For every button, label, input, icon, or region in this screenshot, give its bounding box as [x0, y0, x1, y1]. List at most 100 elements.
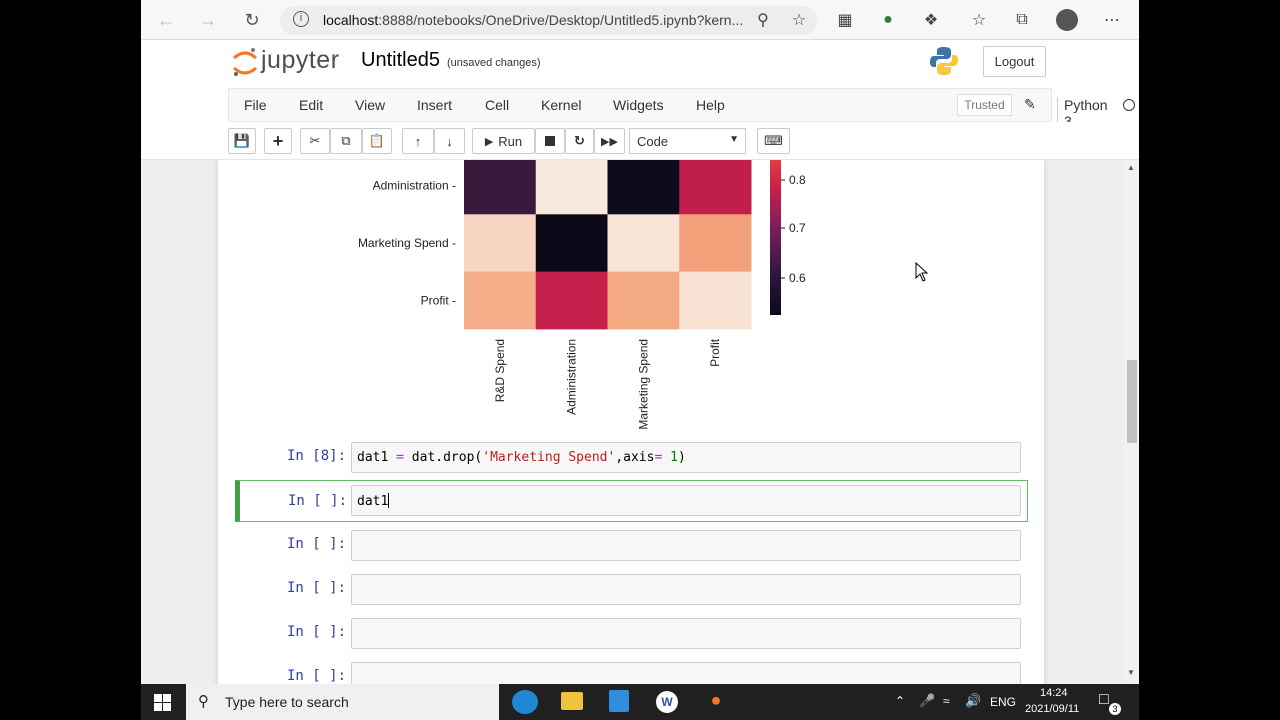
scroll-down-icon[interactable]: ▼ [1127, 668, 1135, 677]
heatmap-column-label: R&D Spend [493, 339, 507, 402]
browser-window: ← → ↻ i localhost:8888/notebooks/OneDriv… [141, 0, 1139, 684]
favorite-star-icon[interactable]: ☆ [788, 9, 810, 31]
code-input[interactable]: dat1 = dat.drop('Marketing Spend',axis= … [351, 442, 1021, 473]
code-input[interactable] [351, 662, 1021, 684]
microphone-icon[interactable]: 🎤 [919, 693, 935, 709]
clock-date[interactable]: 2021/09/11 [1025, 703, 1079, 715]
move-up-icon[interactable]: ↑ [402, 128, 434, 154]
profile-avatar[interactable] [1056, 9, 1078, 31]
edge-browser-icon[interactable] [512, 690, 538, 714]
show-hidden-icons-icon[interactable]: ⌃ [895, 694, 905, 708]
kernel-idle-indicator-icon [1123, 99, 1135, 111]
menu-help[interactable]: Help [696, 97, 725, 113]
heatmap-cell [607, 271, 680, 330]
text-cursor [388, 493, 390, 508]
back-arrow-icon[interactable]: ← [154, 8, 178, 32]
pencil-icon[interactable]: ✎ [1024, 96, 1036, 113]
scroll-up-icon[interactable]: ▲ [1127, 163, 1135, 172]
notebook-container: Administration - Marketing Spend - Profit … [218, 160, 1044, 684]
cut-icon[interactable]: ✂ [300, 128, 330, 154]
jupyter-logo-text: jupyter [261, 46, 340, 74]
windows-start-icon[interactable] [154, 694, 171, 711]
run-button[interactable]: ▶ Run [472, 128, 535, 154]
info-icon[interactable]: i [293, 11, 309, 27]
search-icon: ⚲ [198, 693, 209, 710]
word-icon[interactable]: W [656, 691, 678, 713]
notification-count-badge: 3 [1109, 703, 1121, 715]
notebook-name[interactable]: Untitled5 [361, 49, 440, 72]
menu-kernel[interactable]: Kernel [541, 97, 581, 113]
colorbar-tick-label: 0.6 [789, 271, 806, 285]
search-placeholder: Type here to search [225, 694, 349, 710]
forward-arrow-icon[interactable]: → [196, 8, 220, 32]
browser-toolbar: ← → ↻ i localhost:8888/notebooks/OneDriv… [141, 0, 1139, 40]
heatmap-cell [535, 271, 608, 330]
heatmap-cell [464, 214, 537, 273]
extension-icon[interactable]: ▦ [834, 9, 856, 31]
run-label: Run [498, 133, 523, 149]
menu-file[interactable]: File [244, 97, 267, 113]
notification-icon[interactable]: □ [1099, 691, 1109, 709]
more-menu-icon[interactable]: ⋯ [1101, 9, 1123, 31]
colorbar [770, 160, 781, 315]
code-cell-selected[interactable]: In [ ]: dat1 [235, 480, 1028, 522]
scrollbar[interactable]: ▲ ▼ [1124, 160, 1139, 684]
code-cell[interactable]: In [ ]: [235, 615, 1028, 651]
heatmap-cell [607, 160, 680, 215]
jupyter-taskbar-icon[interactable]: ⦁ [704, 690, 728, 714]
logout-button[interactable]: Logout [983, 46, 1046, 77]
heatmap-cell [464, 160, 537, 215]
code-cell[interactable]: In [8]: dat1 = dat.drop('Marketing Spend… [235, 439, 1028, 475]
cell-type-value: Code [637, 134, 669, 149]
address-bar[interactable]: i localhost:8888/notebooks/OneDrive/Desk… [280, 6, 817, 35]
menu-insert[interactable]: Insert [417, 97, 452, 113]
interrupt-icon[interactable] [535, 128, 565, 154]
paste-icon[interactable]: 📋 [362, 128, 392, 154]
jupyter-logo-icon[interactable] [231, 46, 259, 78]
puzzle-icon[interactable]: ❖ [920, 9, 942, 31]
code-text: dat1 = dat.drop('Marketing Spend',axis= … [357, 450, 686, 465]
cell-prompt: In [ ]: [288, 493, 348, 509]
file-explorer-icon[interactable] [561, 692, 583, 710]
copy-icon[interactable]: ⧉ [330, 128, 362, 154]
chevron-down-icon: ▼ [729, 134, 739, 145]
restart-run-all-icon[interactable]: ▶▶ [594, 128, 625, 154]
language-indicator[interactable]: ENG [990, 695, 1016, 709]
scroll-thumb[interactable] [1127, 360, 1137, 443]
colorbar-tick-label: 0.8 [789, 173, 806, 187]
keyboard-icon[interactable]: ⌨ [757, 128, 790, 154]
save-icon[interactable]: 💾 [228, 128, 256, 154]
collections-icon[interactable]: ⧉ [1011, 9, 1033, 31]
clock-time[interactable]: 14:24 [1040, 687, 1068, 699]
move-down-icon[interactable]: ↓ [434, 128, 465, 154]
restart-icon[interactable]: ↻ [565, 128, 594, 154]
cell-prompt: In [ ]: [287, 536, 347, 552]
menu-edit[interactable]: Edit [299, 97, 323, 113]
extension-globe-icon[interactable]: ● [877, 9, 899, 31]
wifi-icon[interactable]: ≈ [943, 694, 950, 708]
volume-icon[interactable]: 🔊 [965, 693, 981, 709]
menu-cell[interactable]: Cell [485, 97, 509, 113]
code-input[interactable] [351, 618, 1021, 649]
zoom-icon[interactable]: ⚲ [752, 9, 774, 31]
code-input[interactable] [351, 574, 1021, 605]
save-status: (unsaved changes) [447, 57, 541, 69]
trusted-badge[interactable]: Trusted [957, 94, 1012, 116]
code-input[interactable] [351, 530, 1021, 561]
menu-widgets[interactable]: Widgets [613, 97, 664, 113]
code-input[interactable]: dat1 [351, 485, 1021, 516]
heatmap-row-label: Administration - [373, 179, 456, 193]
cell-prompt: In [ ]: [287, 580, 347, 596]
code-cell[interactable]: In [ ]: [235, 659, 1028, 684]
taskbar-search-box[interactable]: ⚲ Type here to search [186, 684, 499, 720]
code-cell[interactable]: In [ ]: [235, 571, 1028, 607]
menu-bar: File Edit View Insert Cell Kernel Widget… [141, 88, 1139, 129]
heatmap-cell [679, 214, 752, 273]
add-cell-icon[interactable]: + [264, 128, 292, 154]
store-icon[interactable] [609, 690, 629, 712]
favorites-icon[interactable]: ☆ [968, 9, 990, 31]
cell-type-select[interactable]: Code ▼ [629, 128, 746, 154]
code-cell[interactable]: In [ ]: [235, 527, 1028, 563]
refresh-icon[interactable]: ↻ [240, 8, 264, 32]
menu-view[interactable]: View [355, 97, 385, 113]
